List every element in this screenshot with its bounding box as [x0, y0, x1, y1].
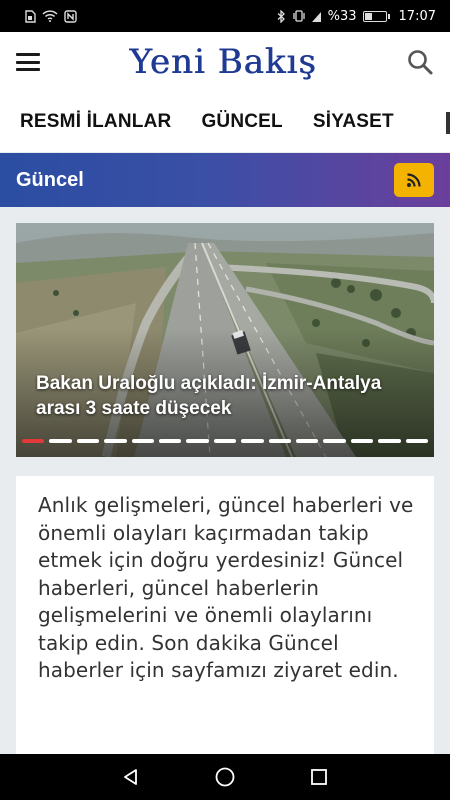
status-left-icons [24, 9, 77, 23]
recents-icon [311, 769, 327, 785]
section-description-card: Anlık gelişmeleri, güncel haberleri ve ö… [16, 476, 434, 756]
recents-button[interactable] [307, 765, 331, 789]
slider-dot[interactable] [104, 439, 127, 443]
back-button[interactable] [119, 765, 143, 789]
section-title: Güncel [16, 168, 84, 191]
slider-dot[interactable] [76, 439, 100, 443]
home-icon [215, 767, 235, 787]
back-icon [124, 769, 137, 785]
signal-icon [311, 11, 321, 22]
category-siyaset[interactable]: SİYASET [313, 111, 394, 133]
clock: 17:07 [398, 8, 436, 24]
category-guncel[interactable]: GÜNCEL [201, 111, 282, 133]
slider-dot[interactable] [268, 439, 292, 443]
sim-icon [25, 9, 36, 23]
slider-dot[interactable] [49, 439, 72, 443]
app-header: Yeni Bakış [0, 32, 450, 92]
home-button[interactable] [213, 765, 237, 789]
battery-level [364, 12, 372, 20]
category-nav: RESMİ İLANLAR GÜNCEL SİYASET [0, 92, 450, 152]
news-slider[interactable]: Bakan Uraloğlu açıkladı: İzmir-Antalya a… [16, 223, 434, 457]
menu-icon[interactable] [16, 53, 40, 71]
battery-percent: %33 [327, 8, 357, 24]
category-resmi-ilanlar[interactable]: RESMİ İLANLAR [20, 111, 171, 133]
slider-dot[interactable] [323, 439, 346, 443]
slider-dot[interactable] [241, 439, 264, 443]
slider-dot[interactable] [296, 439, 319, 443]
status-bar: %33 17:07 [0, 0, 450, 32]
slider-dot[interactable] [213, 439, 237, 443]
slider-dot[interactable] [159, 439, 182, 443]
slider-dots [22, 439, 429, 444]
slide-image[interactable] [16, 223, 434, 457]
status-right: %33 17:07 [277, 9, 436, 24]
wifi-icon [42, 10, 58, 22]
slider-dot[interactable] [405, 439, 429, 443]
rss-icon [407, 173, 421, 187]
section-description: Anlık gelişmeleri, güncel haberleri ve ö… [38, 493, 414, 682]
category-overflow-indicator [446, 112, 450, 134]
slider-dot[interactable] [350, 439, 374, 443]
site-logo[interactable]: Yeni Bakış [129, 42, 316, 82]
battery-icon [362, 10, 390, 22]
search-icon[interactable] [406, 48, 434, 76]
system-nav-bar [0, 754, 450, 800]
slide-headline[interactable]: Bakan Uraloğlu açıkladı: İzmir-Antalya a… [36, 371, 414, 421]
slider-dot[interactable] [131, 439, 155, 443]
slider-dot[interactable] [378, 439, 401, 443]
slider-dot[interactable] [22, 439, 45, 443]
rss-button[interactable] [394, 163, 434, 197]
slider-dot[interactable] [186, 439, 209, 443]
bluetooth-icon [277, 9, 285, 23]
section-header: Güncel [0, 153, 450, 207]
vibrate-icon [292, 10, 305, 22]
nfc-icon [64, 9, 77, 23]
